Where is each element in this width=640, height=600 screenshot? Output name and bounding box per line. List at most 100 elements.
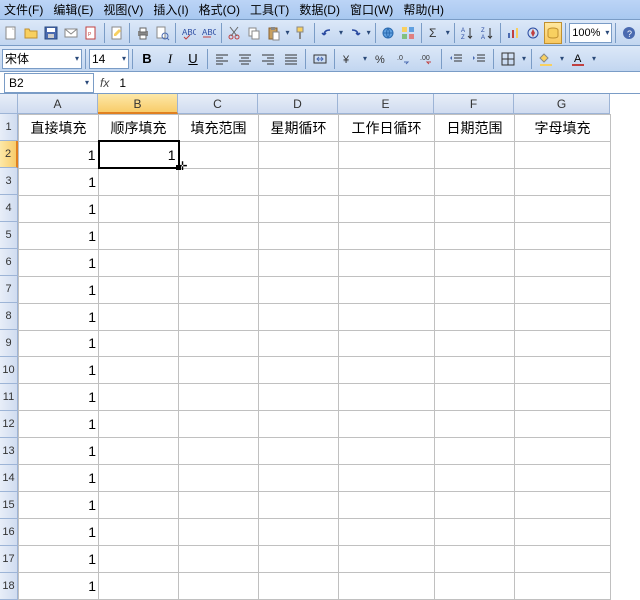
cell-G4[interactable] [515, 195, 611, 222]
cell-D4[interactable] [259, 195, 339, 222]
cell-F16[interactable] [435, 519, 515, 546]
cell-A15[interactable]: 1 [19, 492, 99, 519]
cell-C8[interactable] [179, 303, 259, 330]
cell-D9[interactable] [259, 330, 339, 357]
currency-dropdown[interactable]: ▾ [361, 54, 369, 63]
cell-E12[interactable] [339, 411, 435, 438]
row-header-9[interactable]: 9 [0, 330, 18, 357]
cell-D5[interactable] [259, 222, 339, 249]
undo-dropdown[interactable]: ▾ [338, 28, 345, 37]
cell-B13[interactable] [99, 438, 179, 465]
cell-B16[interactable] [99, 519, 179, 546]
row-header-17[interactable]: 17 [0, 546, 18, 573]
align-right-button[interactable] [257, 48, 279, 70]
cell-C2[interactable] [179, 141, 259, 168]
cell-C17[interactable] [179, 546, 259, 573]
menu-edit[interactable]: 编辑(E) [53, 1, 93, 18]
cell-F5[interactable] [435, 222, 515, 249]
fontcolor-button[interactable]: A [567, 48, 589, 70]
cell-E13[interactable] [339, 438, 435, 465]
cell-G13[interactable] [515, 438, 611, 465]
cell-A5[interactable]: 1 [19, 222, 99, 249]
sort-desc-button[interactable]: ZA [478, 22, 497, 44]
name-box[interactable]: B2▾ [4, 73, 94, 93]
sum-dropdown[interactable]: ▾ [444, 28, 451, 37]
row-header-18[interactable]: 18 [0, 573, 18, 600]
row-header-8[interactable]: 8 [0, 303, 18, 330]
fill-handle[interactable] [176, 165, 181, 170]
col-header-C[interactable]: C [178, 94, 258, 114]
cell-F3[interactable] [435, 168, 515, 195]
cell-C10[interactable] [179, 357, 259, 384]
select-all-corner[interactable] [0, 94, 18, 114]
cell-D13[interactable] [259, 438, 339, 465]
cell-B15[interactable] [99, 492, 179, 519]
cell-A13[interactable]: 1 [19, 438, 99, 465]
cell-D2[interactable] [259, 141, 339, 168]
new-button[interactable] [2, 22, 21, 44]
menu-window[interactable]: 窗口(W) [350, 1, 393, 18]
cell-E15[interactable] [339, 492, 435, 519]
cell-E18[interactable] [339, 572, 435, 599]
cell-D7[interactable] [259, 276, 339, 303]
cell-G7[interactable] [515, 276, 611, 303]
cell-A17[interactable]: 1 [19, 546, 99, 573]
cell-C3[interactable] [179, 168, 259, 195]
cell-B3[interactable] [99, 168, 179, 195]
cell-B7[interactable] [99, 276, 179, 303]
row-header-10[interactable]: 10 [0, 357, 18, 384]
navigator-button[interactable] [524, 22, 543, 44]
cell-D3[interactable] [259, 168, 339, 195]
cell-A6[interactable]: 1 [19, 249, 99, 276]
spellcheck-button[interactable]: ABC [179, 22, 198, 44]
formula-input[interactable] [115, 73, 640, 93]
font-name-combo[interactable]: 宋体▾ [2, 49, 82, 69]
cell-G9[interactable] [515, 330, 611, 357]
zoom-combo[interactable]: 100%▾ [569, 23, 612, 43]
cell-G11[interactable] [515, 384, 611, 411]
email-button[interactable] [62, 22, 81, 44]
cell-F7[interactable] [435, 276, 515, 303]
borders-button[interactable] [497, 48, 519, 70]
cell-F15[interactable] [435, 492, 515, 519]
cell-C18[interactable] [179, 572, 259, 599]
font-size-combo[interactable]: 14▾ [89, 49, 129, 69]
cell-D16[interactable] [259, 519, 339, 546]
cell-C11[interactable] [179, 384, 259, 411]
cell-B2[interactable]: 1✛ [99, 141, 179, 168]
export-pdf-button[interactable]: P [82, 22, 101, 44]
sort-asc-button[interactable]: AZ [458, 22, 477, 44]
paste-button[interactable] [264, 22, 283, 44]
cell-C14[interactable] [179, 465, 259, 492]
row-header-13[interactable]: 13 [0, 438, 18, 465]
copy-button[interactable] [244, 22, 263, 44]
cell-E6[interactable] [339, 249, 435, 276]
redo-dropdown[interactable]: ▾ [365, 28, 372, 37]
menu-file[interactable]: 文件(F) [4, 1, 43, 18]
cell-D1[interactable]: 星期循环 [259, 115, 339, 142]
cell-G17[interactable] [515, 546, 611, 573]
col-header-G[interactable]: G [514, 94, 610, 114]
gallery-button[interactable] [399, 22, 418, 44]
row-header-12[interactable]: 12 [0, 411, 18, 438]
bgcolor-dropdown[interactable]: ▾ [558, 54, 566, 63]
row-header-2[interactable]: 2 [0, 141, 18, 168]
cell-D8[interactable] [259, 303, 339, 330]
cell-F6[interactable] [435, 249, 515, 276]
cell-D6[interactable] [259, 249, 339, 276]
cell-C1[interactable]: 填充范围 [179, 115, 259, 142]
chart-button[interactable] [504, 22, 523, 44]
cell-F18[interactable] [435, 572, 515, 599]
cell-B10[interactable] [99, 357, 179, 384]
cell-E1[interactable]: 工作日循环 [339, 115, 435, 142]
paste-dropdown[interactable]: ▾ [284, 28, 291, 37]
cell-F13[interactable] [435, 438, 515, 465]
cell-C16[interactable] [179, 519, 259, 546]
col-header-E[interactable]: E [338, 94, 434, 114]
row-header-5[interactable]: 5 [0, 222, 18, 249]
cell-C12[interactable] [179, 411, 259, 438]
cell-F9[interactable] [435, 330, 515, 357]
cell-C13[interactable] [179, 438, 259, 465]
cell-F12[interactable] [435, 411, 515, 438]
remove-decimal-button[interactable]: .00 [416, 48, 438, 70]
